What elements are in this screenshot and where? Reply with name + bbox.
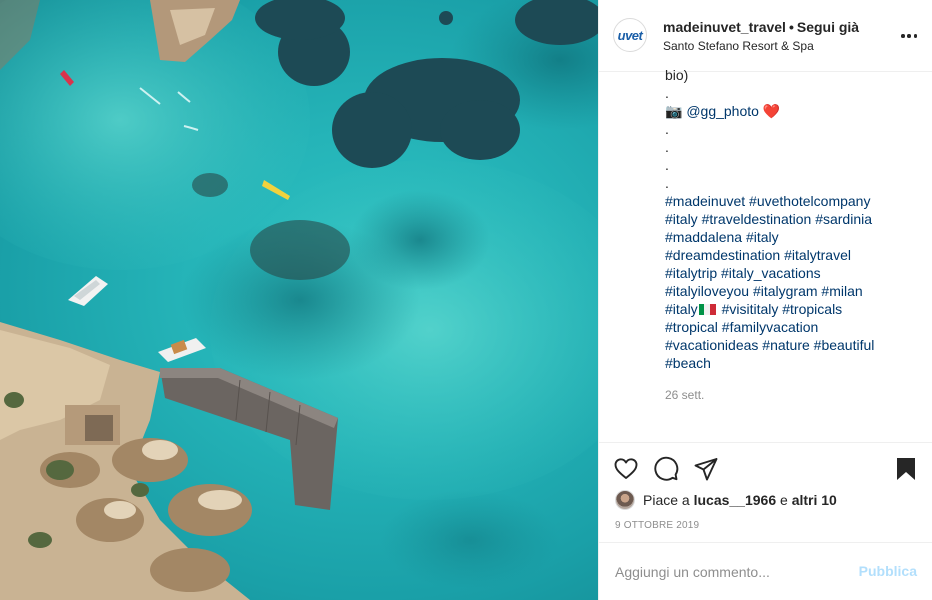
more-options-icon[interactable] (901, 28, 917, 44)
hashtag-italy[interactable]: #italy (665, 301, 698, 317)
separator-dot: • (788, 19, 794, 35)
location-link[interactable]: Santo Stefano Resort & Spa (663, 39, 859, 53)
header-text: madeinuvet_travel • Segui già Santo Stefan… (663, 19, 859, 53)
post-date[interactable]: 9 OTTOBRE 2019 (615, 520, 699, 531)
username-link[interactable]: madeinuvet_travel (663, 19, 786, 35)
caption-dot: . (665, 139, 669, 155)
caption-relative-date[interactable]: 26 sett. (665, 386, 925, 404)
caption-dot: . (665, 85, 669, 101)
hashtag-line[interactable]: #dreamdestination #italytravel (665, 246, 925, 264)
caption-dot: . (665, 157, 669, 173)
saved-bookmark-icon[interactable] (893, 456, 919, 482)
post-side-panel: uvet madeinuvet_travel • Segui già Santo S… (598, 0, 932, 600)
hashtag-line[interactable]: #tropical #familyvacation (665, 318, 925, 336)
caption-line-bio: bio) (665, 67, 689, 83)
likes-prefix: Piace a (643, 492, 690, 508)
italy-flag-icon (698, 301, 716, 315)
post-header: uvet madeinuvet_travel • Segui già Santo S… (599, 0, 932, 72)
liker-username[interactable]: lucas__1966 (694, 492, 777, 508)
camera-icon: 📷 (665, 103, 683, 119)
hashtag-line-flag[interactable]: #italy #visititaly #tropicals (665, 300, 925, 318)
post-photo[interactable] (0, 0, 598, 600)
comment-bar: Pubblica (599, 542, 932, 600)
heart-emoji-icon: ❤️ (762, 103, 781, 119)
uvet-logo: uvet (617, 27, 643, 43)
publish-button[interactable]: Pubblica (859, 563, 917, 579)
like-heart-icon[interactable] (613, 456, 639, 482)
post-caption: bio) . 📷 @gg_photo ❤️ . . . . #madeinuve… (665, 66, 925, 408)
aerial-sea-illustration (0, 0, 598, 600)
follow-status-button[interactable]: Segui già (797, 19, 859, 35)
comment-input[interactable] (615, 562, 835, 582)
likes-summary[interactable]: Piace a lucas__1966 e altri 10 (615, 489, 837, 511)
likes-others-link[interactable]: altri 10 (792, 492, 837, 508)
mention-link[interactable]: @gg_photo (686, 103, 759, 119)
action-bar (599, 442, 932, 492)
hashtag-line[interactable]: #beach (665, 354, 925, 372)
comment-icon[interactable] (653, 456, 679, 482)
hashtag-line[interactable]: #vacationideas #nature #beautiful (665, 336, 925, 354)
hashtag-line[interactable]: #maddalena #italy (665, 228, 925, 246)
caption-credit-line: 📷 @gg_photo ❤️ (665, 102, 925, 120)
caption-dot: . (665, 175, 669, 191)
account-avatar[interactable]: uvet (613, 18, 647, 52)
share-send-icon[interactable] (693, 456, 719, 482)
hashtag-line[interactable]: #italyiloveyou #italygram #milan (665, 282, 925, 300)
hashtag-line[interactable]: #italytrip #italy_vacations (665, 264, 925, 282)
hashtag-visititaly[interactable]: #visititaly #tropicals (722, 301, 843, 317)
caption-dot: . (665, 121, 669, 137)
hashtag-line[interactable]: #madeinuvet #uvethotelcompany (665, 192, 925, 210)
likes-conjunction: e (780, 492, 788, 508)
header-line1: madeinuvet_travel • Segui già (663, 19, 859, 35)
hashtag-line[interactable]: #italy #traveldestination #sardinia (665, 210, 925, 228)
liker-avatar[interactable] (615, 490, 635, 510)
